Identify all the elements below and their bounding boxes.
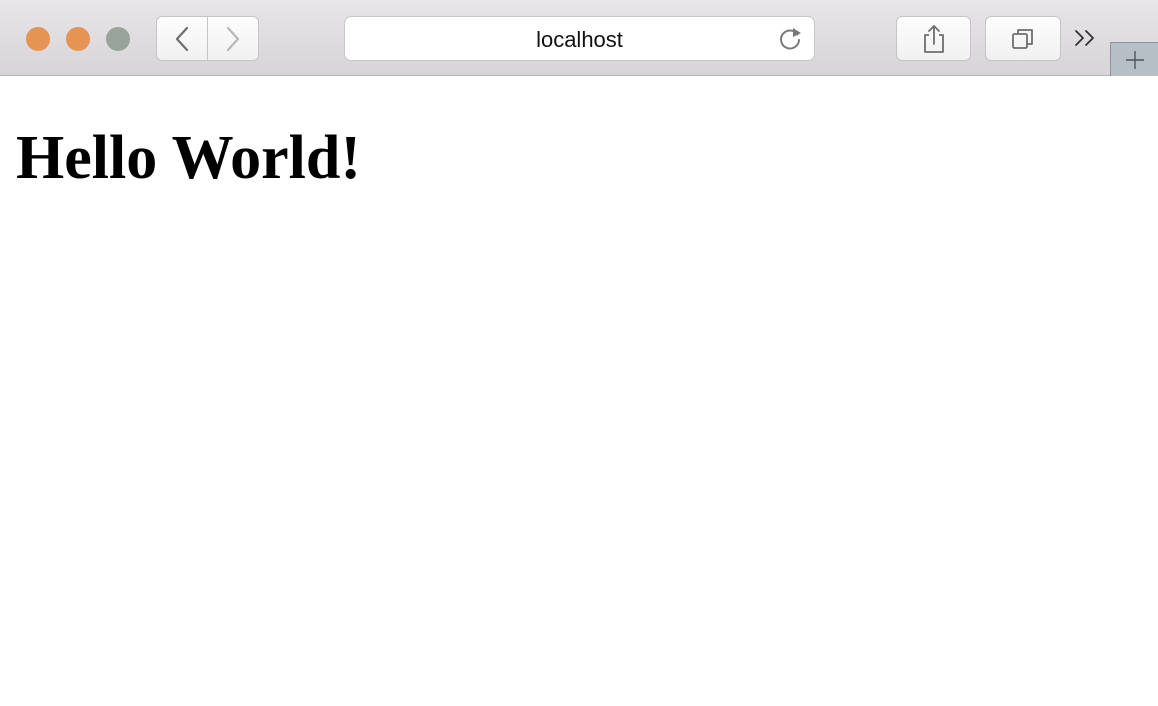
- page-content: Hello World!: [0, 76, 1158, 706]
- new-tab-button[interactable]: [1110, 42, 1158, 76]
- address-text[interactable]: localhost: [345, 17, 814, 60]
- page-heading: Hello World!: [16, 124, 362, 192]
- minimize-window-button[interactable]: [66, 27, 90, 51]
- reload-icon[interactable]: [776, 25, 804, 53]
- tab-overview-icon: [1011, 27, 1035, 51]
- share-icon: [922, 24, 946, 54]
- tab-overview-button[interactable]: [985, 16, 1061, 61]
- address-bar[interactable]: localhost: [344, 16, 815, 61]
- back-button[interactable]: [156, 16, 208, 61]
- double-chevron-right-icon[interactable]: [1073, 27, 1099, 49]
- chevron-right-icon: [225, 26, 241, 52]
- chevron-left-icon: [174, 26, 190, 52]
- forward-button[interactable]: [208, 16, 259, 61]
- zoom-window-button[interactable]: [106, 27, 130, 51]
- browser-toolbar: localhost: [0, 0, 1158, 76]
- browser-window: localhost Hello World!: [0, 0, 1158, 706]
- plus-icon: [1124, 49, 1146, 71]
- close-window-button[interactable]: [26, 27, 50, 51]
- share-button[interactable]: [896, 16, 971, 61]
